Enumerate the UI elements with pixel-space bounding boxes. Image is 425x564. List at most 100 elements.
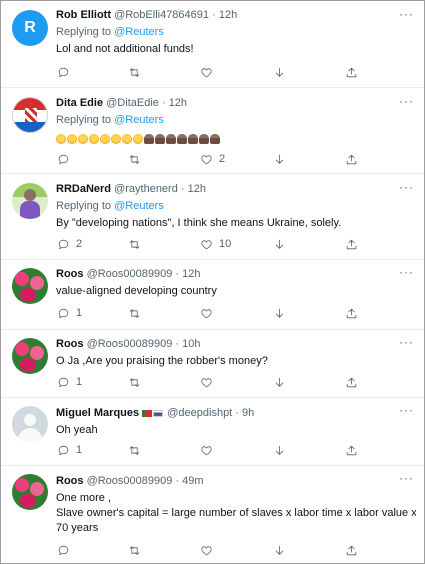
reply-button[interactable] (57, 543, 76, 557)
author-handle[interactable]: @Roos00089909 (87, 338, 173, 350)
like-button[interactable] (200, 65, 219, 79)
author-name[interactable]: Roos (56, 475, 84, 487)
like-button[interactable]: 2 (200, 152, 225, 166)
downvote-button[interactable] (273, 65, 286, 79)
like-count: 10 (219, 238, 232, 250)
reply-count: 2 (76, 238, 83, 250)
share-button[interactable] (345, 306, 358, 320)
tweet-roos-2[interactable]: ··· Roos @Roos00089909 · 10h O Ja ,Are y… (1, 330, 424, 398)
retweet-button[interactable] (128, 306, 147, 320)
share-button[interactable] (345, 375, 358, 389)
replying-prefix: Replying to (56, 200, 115, 212)
poop-emoji-icon (188, 134, 198, 145)
separator-dot: · (161, 97, 166, 109)
like-button[interactable] (200, 306, 219, 320)
share-icon (346, 377, 357, 387)
separator-dot: · (180, 183, 185, 195)
like-count: 2 (219, 153, 226, 165)
avatar[interactable] (12, 97, 48, 133)
retweet-button[interactable] (128, 543, 147, 557)
mention-link[interactable]: @Reuters (114, 114, 164, 126)
timestamp[interactable]: 10h (182, 338, 200, 350)
author-name[interactable]: Dita Edie (56, 97, 103, 109)
poop-emoji-icon (177, 134, 187, 145)
like-button[interactable] (200, 543, 219, 557)
avatar[interactable]: R (12, 10, 48, 46)
share-button[interactable] (345, 152, 358, 166)
share-button[interactable] (345, 443, 358, 457)
author-handle[interactable]: @RobElli47864691 (114, 9, 209, 21)
avatar-letter: R (24, 19, 36, 36)
author-handle[interactable]: @deepdishpt (167, 407, 232, 419)
author-name[interactable]: RRDaNerd (56, 183, 111, 195)
retweet-button[interactable] (128, 375, 147, 389)
reply-count: 1 (76, 307, 83, 319)
tweet-text: Lol and not additional funds! (56, 43, 194, 55)
reply-button[interactable] (57, 65, 76, 79)
author-handle[interactable]: @Roos00089909 (87, 475, 173, 487)
rofl-emoji-icon (111, 134, 121, 145)
share-button[interactable] (345, 543, 358, 557)
timestamp[interactable]: 12h (188, 183, 206, 195)
avatar[interactable] (12, 183, 48, 219)
timestamp[interactable]: 12h (182, 268, 200, 280)
reply-button[interactable]: 1 (57, 375, 82, 389)
poop-emoji-icon (210, 134, 220, 145)
heart-icon (201, 377, 212, 387)
like-button[interactable] (200, 375, 219, 389)
author-handle[interactable]: @raythenerd (114, 183, 178, 195)
avatar[interactable] (12, 406, 48, 442)
mention-link[interactable]: @Reuters (114, 26, 164, 38)
mention-link[interactable]: @Reuters (114, 200, 164, 212)
author-name[interactable]: Rob Elliott (56, 9, 111, 21)
downvote-button[interactable] (273, 152, 286, 166)
tweet-rrdanerd[interactable]: ··· RRDaNerd @raythenerd · 12h Replying … (1, 174, 424, 260)
retweet-button[interactable] (128, 237, 147, 251)
retweet-icon (129, 545, 140, 555)
retweet-button[interactable] (128, 152, 147, 166)
tweet-roos-3[interactable]: ··· Roos @Roos00089909 · 49m One more , … (1, 466, 424, 563)
reply-button[interactable] (57, 152, 76, 166)
tweet-dita-edie[interactable]: ··· Dita Edie @DitaEdie · 12h Replying t… (1, 88, 424, 174)
tweet-miguel-marques[interactable]: ··· Miguel Marques @deepdishpt · 9h Oh y… (1, 398, 424, 466)
downvote-button[interactable] (273, 543, 286, 557)
timestamp[interactable]: 9h (242, 407, 254, 419)
like-button[interactable] (200, 443, 219, 457)
retweet-button[interactable] (128, 443, 147, 457)
emoji-row (56, 132, 416, 147)
downvote-button[interactable] (273, 375, 286, 389)
author-name[interactable]: Miguel Marques (56, 407, 139, 419)
share-icon (346, 445, 357, 455)
tweet-header: Roos @Roos00089909 · 10h (56, 337, 416, 351)
separator-dot: · (175, 268, 180, 280)
share-button[interactable] (345, 237, 358, 251)
share-button[interactable] (345, 65, 358, 79)
retweet-button[interactable] (128, 65, 147, 79)
author-handle[interactable]: @DitaEdie (106, 97, 159, 109)
replying-to: Replying to @Reuters (56, 25, 416, 39)
author-name[interactable]: Roos (56, 268, 84, 280)
reply-icon (58, 154, 69, 164)
reply-button[interactable]: 1 (57, 306, 82, 320)
timestamp[interactable]: 12h (219, 9, 237, 21)
like-button[interactable]: 10 (200, 237, 231, 251)
tweet-roos-1[interactable]: ··· Roos @Roos00089909 · 12h value-align… (1, 260, 424, 330)
share-icon (346, 308, 357, 318)
rofl-emoji-icon (89, 134, 99, 145)
author-handle[interactable]: @Roos00089909 (87, 268, 173, 280)
reply-button[interactable]: 1 (57, 443, 82, 457)
downvote-button[interactable] (273, 237, 286, 251)
tweet-rob-elliott[interactable]: R ··· Rob Elliott @RobElli47864691 · 12h… (1, 1, 424, 88)
downvote-button[interactable] (273, 306, 286, 320)
timestamp[interactable]: 12h (169, 97, 187, 109)
avatar[interactable] (12, 474, 48, 510)
poop-emoji-icon (166, 134, 176, 145)
avatar[interactable] (12, 338, 48, 374)
downvote-button[interactable] (273, 443, 286, 457)
reply-button[interactable]: 2 (57, 237, 82, 251)
author-name[interactable]: Roos (56, 338, 84, 350)
timestamp[interactable]: 49m (182, 475, 203, 487)
russia-flag-icon (153, 409, 164, 417)
downvote-icon (275, 308, 284, 318)
avatar[interactable] (12, 268, 48, 304)
